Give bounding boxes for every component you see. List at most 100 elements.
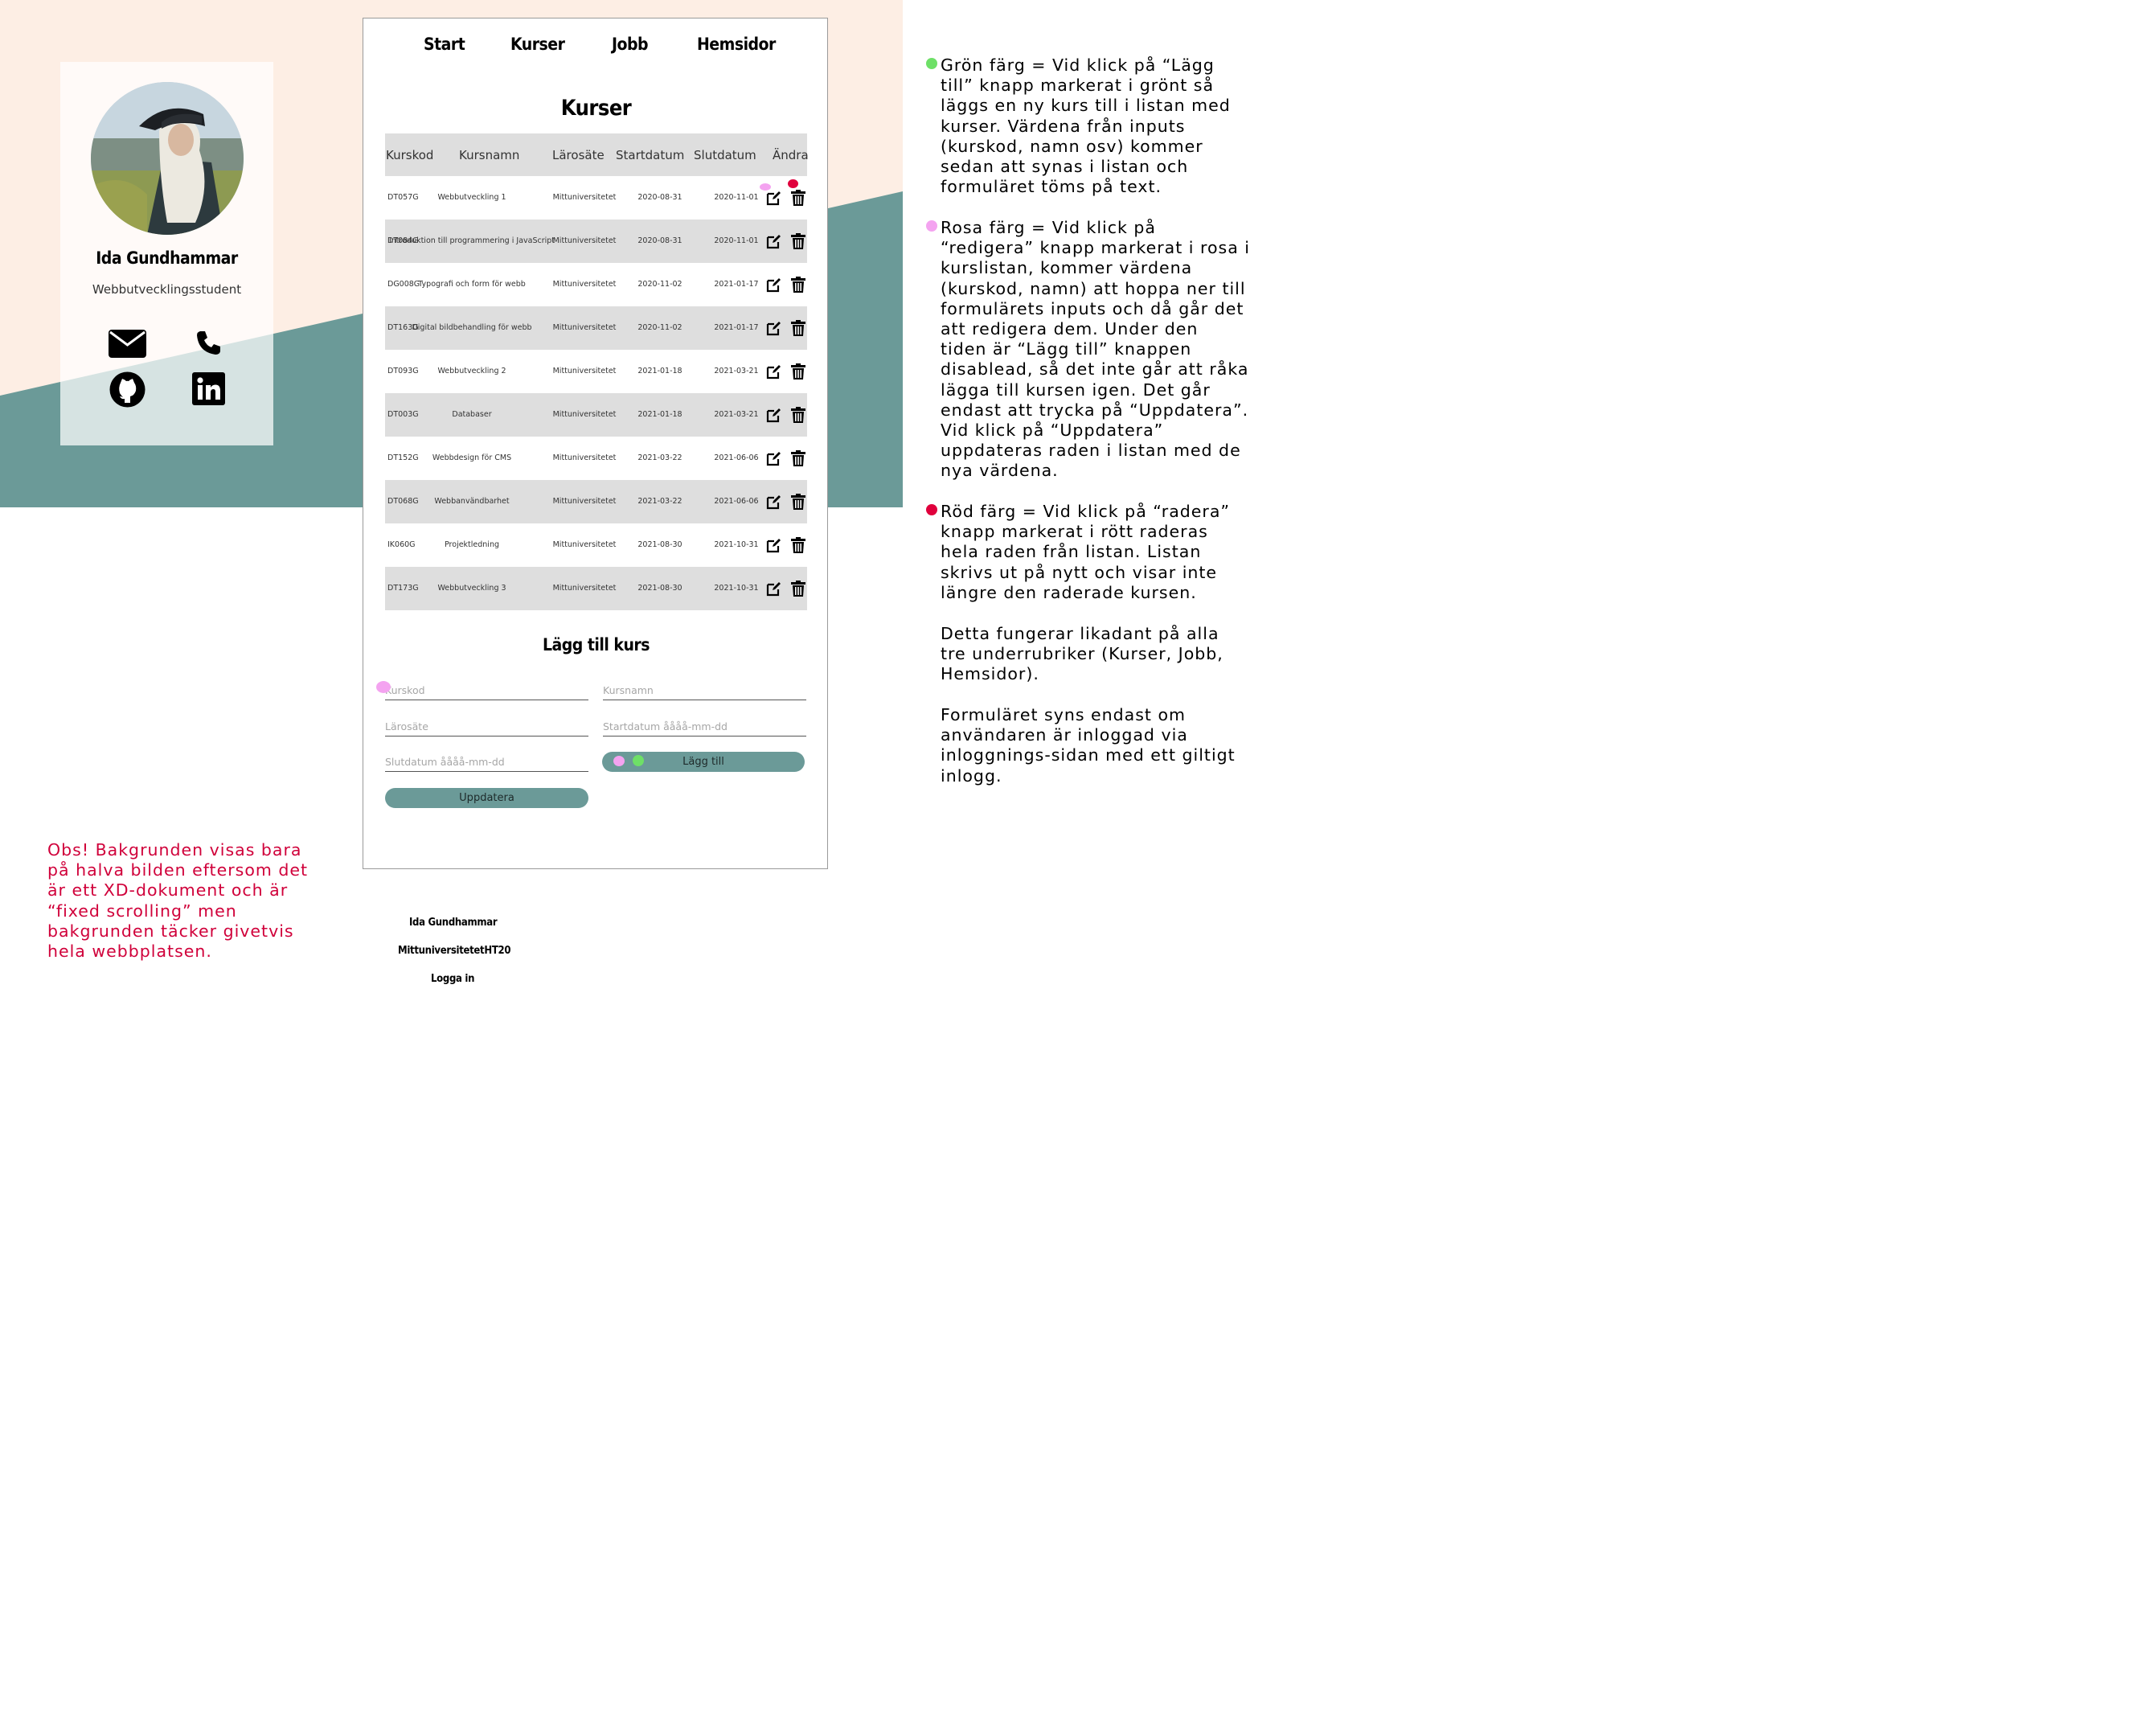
table-row: DT084G Introduktion till programmering i … xyxy=(385,220,807,263)
pink-dot xyxy=(926,220,937,232)
edit-icon[interactable] xyxy=(766,537,782,553)
cell-kurskod: DT173G xyxy=(387,584,419,593)
cell-startdatum: 2021-03-22 xyxy=(637,497,682,506)
trash-icon[interactable] xyxy=(791,233,805,249)
cell-startdatum: 2020-08-31 xyxy=(637,193,682,202)
cell-kursnamn: Webbdesign för CMS xyxy=(432,453,512,462)
edit-icon[interactable] xyxy=(766,277,782,293)
cell-slutdatum: 2021-10-31 xyxy=(714,540,759,549)
header-startdatum: Startdatum xyxy=(616,148,685,162)
footer-login-link[interactable]: Logga in xyxy=(431,973,474,985)
cell-startdatum: 2021-01-18 xyxy=(637,410,682,419)
cell-slutdatum: 2021-06-06 xyxy=(714,453,759,462)
trash-icon[interactable] xyxy=(791,494,805,510)
green-add-marker xyxy=(633,755,644,766)
edit-icon[interactable] xyxy=(766,581,782,597)
header-slutdatum: Slutdatum xyxy=(694,148,756,162)
nav-kurser[interactable]: Kurser xyxy=(510,35,565,54)
cell-kursnamn: Webbutveckling 3 xyxy=(437,584,506,593)
cell-slutdatum: 2021-01-17 xyxy=(714,280,759,289)
table-row: DT152G Webbdesign för CMS Mittuniversitete… xyxy=(385,437,807,480)
kurskod-input[interactable] xyxy=(385,680,588,700)
cell-slutdatum: 2020-11-01 xyxy=(714,236,759,245)
table-row: DT093G Webbutveckling 2 Mittuniversitetet 2… xyxy=(385,350,807,393)
profile-card: Ida Gundhammar Webbutvecklingsstudent xyxy=(60,62,273,445)
edit-icon[interactable] xyxy=(766,494,782,510)
trash-icon[interactable] xyxy=(791,363,805,380)
cell-larosate: Mittuniversitetet xyxy=(552,367,617,375)
edit-icon[interactable] xyxy=(766,190,782,206)
table-row: DG008G Typografi och form för webb Mittuni… xyxy=(385,263,807,306)
cell-slutdatum: 2020-11-01 xyxy=(714,193,759,202)
cell-kursnamn: Digital bildbehandling för webb xyxy=(412,323,532,332)
nav-hemsidor[interactable]: Hemsidor xyxy=(697,35,776,54)
pink-edit-marker xyxy=(760,183,771,191)
startdatum-input[interactable] xyxy=(603,716,806,737)
trash-icon[interactable] xyxy=(791,581,805,597)
kursnamn-input[interactable] xyxy=(603,680,806,700)
table-row: DT068G Webbanvändbarhet Mittuniversitetet 2… xyxy=(385,480,807,523)
cell-larosate: Mittuniversitetet xyxy=(552,410,617,419)
table-row: DT003G Databaser Mittuniversitetet 2021-01-… xyxy=(385,393,807,437)
cell-startdatum: 2021-08-30 xyxy=(637,540,682,549)
slutdatum-input[interactable] xyxy=(385,752,588,772)
edit-icon[interactable] xyxy=(766,450,782,466)
phone-icon[interactable] xyxy=(195,330,221,355)
pink-add-marker xyxy=(613,756,625,766)
nav-start[interactable]: Start xyxy=(424,35,465,54)
table-row: DT163G Digital bildbehandling för webb Mit… xyxy=(385,306,807,350)
linkedin-icon[interactable] xyxy=(192,372,225,405)
trash-icon[interactable] xyxy=(791,320,805,336)
cell-larosate: Mittuniversitetet xyxy=(552,453,617,462)
footer-school: MittuniversitetetHT20 xyxy=(398,945,511,957)
cell-startdatum: 2021-01-18 xyxy=(637,367,682,375)
page-title: Kurser xyxy=(560,96,632,121)
cell-kurskod: DT093G xyxy=(387,367,419,375)
nav-jobb[interactable]: Jobb xyxy=(612,35,649,54)
edit-icon[interactable] xyxy=(766,407,782,423)
footer-name: Ida Gundhammar xyxy=(409,917,498,929)
email-icon[interactable] xyxy=(109,330,146,358)
github-icon[interactable] xyxy=(109,371,146,408)
cell-larosate: Mittuniversitetet xyxy=(552,193,617,202)
trash-icon[interactable] xyxy=(791,407,805,423)
cell-startdatum: 2020-11-02 xyxy=(637,323,682,332)
header-kursnamn: Kursnamn xyxy=(459,148,520,162)
cell-slutdatum: 2021-06-06 xyxy=(714,497,759,506)
cell-slutdatum: 2021-01-17 xyxy=(714,323,759,332)
header-larosate: Lärosäte xyxy=(552,148,605,162)
cell-startdatum: 2020-08-31 xyxy=(637,236,682,245)
update-course-label: Uppdatera xyxy=(459,792,514,804)
cell-larosate: Mittuniversitetet xyxy=(552,280,617,289)
table-row: DT057G Webbutveckling 1 Mittuniversitetet 2… xyxy=(385,176,807,220)
edit-icon[interactable] xyxy=(766,363,782,380)
green-dot xyxy=(926,58,937,69)
cell-kursnamn: Webbutveckling 1 xyxy=(437,193,506,202)
trash-icon[interactable] xyxy=(791,190,805,206)
cell-kurskod: DT152G xyxy=(387,453,419,462)
note-red-text: Röd färg = Vid klick på “radera” knapp m… xyxy=(941,502,1230,602)
edit-icon[interactable] xyxy=(766,320,782,336)
avatar-photo xyxy=(91,82,244,235)
cell-startdatum: 2021-08-30 xyxy=(637,584,682,593)
form-title: Lägg till kurs xyxy=(542,635,650,654)
main-panel: Start Kurser Jobb Hemsidor Kurser Kursko… xyxy=(363,18,828,869)
edit-icon[interactable] xyxy=(766,233,782,249)
cell-larosate: Mittuniversitetet xyxy=(552,236,617,245)
pink-input-marker xyxy=(376,681,391,693)
note-green-text: Grön färg = Vid klick på “Lägg till” kna… xyxy=(941,55,1231,197)
cell-startdatum: 2021-03-22 xyxy=(637,453,682,462)
cell-slutdatum: 2021-10-31 xyxy=(714,584,759,593)
table-body: DT057G Webbutveckling 1 Mittuniversitetet 2… xyxy=(385,176,807,610)
header-andra: Ändra xyxy=(773,148,809,162)
avatar xyxy=(91,82,244,235)
trash-icon[interactable] xyxy=(791,277,805,293)
trash-icon[interactable] xyxy=(791,537,805,553)
cell-larosate: Mittuniversitetet xyxy=(552,497,617,506)
cell-slutdatum: 2021-03-21 xyxy=(714,367,759,375)
update-course-button[interactable]: Uppdatera xyxy=(385,788,588,808)
larosate-input[interactable] xyxy=(385,716,588,737)
profile-name: Ida Gundhammar xyxy=(96,248,238,268)
trash-icon[interactable] xyxy=(791,450,805,466)
cell-larosate: Mittuniversitetet xyxy=(552,323,617,332)
